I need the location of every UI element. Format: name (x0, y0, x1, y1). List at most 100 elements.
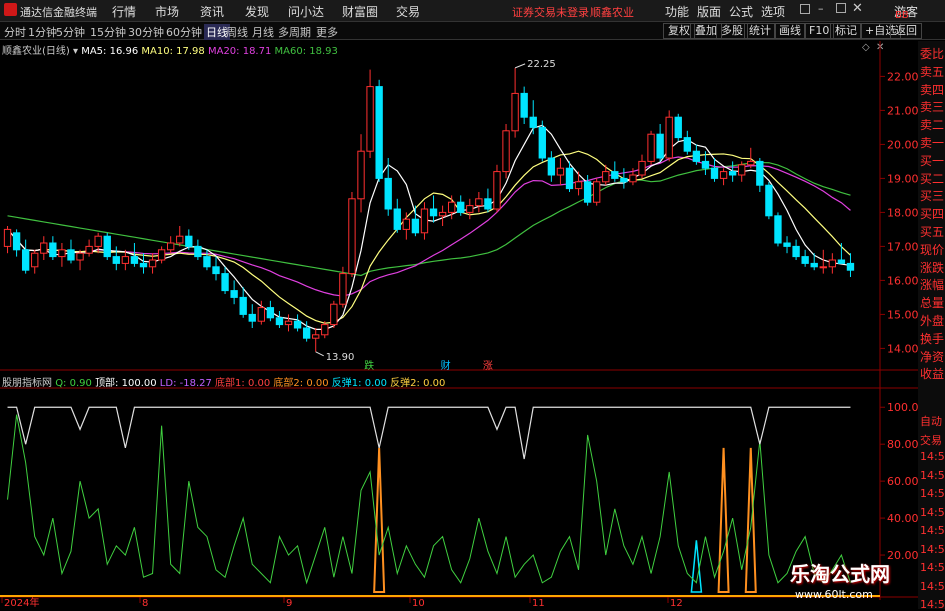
candle-body (846, 262, 855, 271)
candle-body (76, 252, 84, 261)
date-label: 9 (286, 598, 292, 609)
candle-body (547, 157, 556, 176)
candle-body (157, 249, 166, 261)
candle-body (176, 235, 184, 244)
side-label2-0: 自动 (920, 415, 942, 428)
candle-body (402, 218, 411, 230)
candle-body (466, 205, 474, 213)
candle-body (31, 252, 39, 268)
side-label-15: 外盘 (920, 314, 945, 328)
quote-side-panel: 委比 卖五 卖四 卖三 卖二 卖一 买一 买二 买三 买四 买五 现价 涨跌 涨幅 总量 外盘 换手 净资 收益 自动… (918, 41, 945, 611)
low-pointer (315, 351, 324, 357)
candle-body (819, 266, 827, 269)
side-label-5: 卖一 (920, 136, 945, 150)
candle-body (257, 307, 265, 322)
side-label2-2: 14:56 (920, 450, 945, 463)
price-tick-label: 15.00 (887, 308, 919, 321)
candle-body (484, 198, 492, 210)
candle-body (321, 324, 329, 336)
candle-body (656, 133, 664, 159)
date-label: 10 (412, 598, 425, 609)
candle-body (792, 245, 800, 258)
sub-tick-label: 40.00 (887, 512, 919, 525)
side-label2-10: 14:56 (920, 598, 945, 611)
side-label-17: 净资 (920, 349, 945, 364)
candle-body (828, 259, 837, 268)
side-label-10: 买五 (920, 225, 945, 239)
candle-body (21, 249, 30, 271)
side-label-1: 卖五 (920, 64, 945, 79)
side-label-6: 买一 (920, 153, 945, 168)
candle-body (475, 198, 483, 207)
candle-body (239, 296, 247, 315)
corner-icons: BB (895, 10, 909, 21)
high-pointer (514, 63, 526, 69)
candle-body (293, 320, 302, 329)
candle-body (194, 245, 202, 258)
candle-body (284, 320, 293, 326)
side-label-18: 收益 (920, 367, 945, 382)
price-tick-label: 21.00 (887, 104, 919, 117)
candle-body (203, 256, 211, 268)
price-tick-label: 20.00 (887, 138, 919, 151)
candle-body (583, 181, 592, 203)
candle-body (438, 211, 447, 217)
side-label-8: 买三 (920, 189, 945, 204)
candle-body (130, 256, 139, 264)
candle-body (674, 116, 682, 139)
marker-die: 跌 (364, 359, 374, 372)
candle-body (665, 116, 673, 159)
candle-body (375, 86, 383, 179)
candle-body (275, 317, 284, 326)
sub-tick-label: 100.0 (887, 401, 919, 414)
candle-body (701, 160, 710, 169)
candle-body (121, 256, 130, 264)
candle-body (502, 130, 510, 173)
side-label2-9: 14:56 (920, 579, 945, 593)
candle-body (348, 198, 356, 275)
price-tick-label: 14.00 (887, 342, 919, 355)
green-line (7, 414, 851, 585)
candle-body (112, 256, 120, 264)
candle-body (457, 201, 465, 213)
sub-tick-label: 80.00 (887, 438, 919, 451)
sub-tick-label: 60.00 (887, 475, 919, 488)
side-label2-5: 14:56 (920, 505, 945, 519)
side-label2-3: 14:56 (920, 468, 945, 482)
candle-body (3, 228, 12, 247)
candle-body (185, 235, 193, 247)
side-label-11: 现价 (920, 242, 945, 257)
candle-body (611, 171, 619, 179)
candle-body (520, 92, 528, 118)
candle-body (366, 86, 374, 152)
candle-body (493, 171, 501, 210)
candle-body (85, 245, 93, 254)
candle-body (357, 150, 365, 200)
candle-body (384, 177, 392, 210)
candle-body (738, 164, 746, 176)
low-label: 13.90 (326, 352, 355, 363)
candle-body (556, 167, 565, 176)
candle-body (312, 334, 320, 339)
side-label-2: 卖四 (920, 82, 945, 97)
candle-body (12, 232, 21, 251)
kline-chart[interactable]: 22.00 21.00 20.00 19.00 18.00 17.00 16.00 15.00… (0, 0, 945, 609)
candle-body (429, 208, 438, 217)
marker-zhang: 涨 (483, 360, 493, 372)
candle-body (511, 92, 519, 132)
candle-body (447, 201, 456, 213)
side-label-4: 卖二 (920, 118, 945, 133)
price-tick-label: 16.00 (887, 274, 919, 287)
candle-body (765, 184, 773, 217)
candle-body (49, 242, 57, 258)
candle-body (339, 273, 347, 305)
candle-body (411, 218, 420, 234)
candle-body (647, 133, 655, 162)
candle-body (94, 235, 102, 247)
side-label2-7: 14:56 (920, 542, 945, 556)
candle-body (230, 290, 238, 298)
date-label: 8 (142, 598, 148, 609)
watermark-title: 乐淘公式网 (790, 562, 890, 586)
candle-body (783, 242, 791, 247)
candle-body (330, 303, 338, 326)
